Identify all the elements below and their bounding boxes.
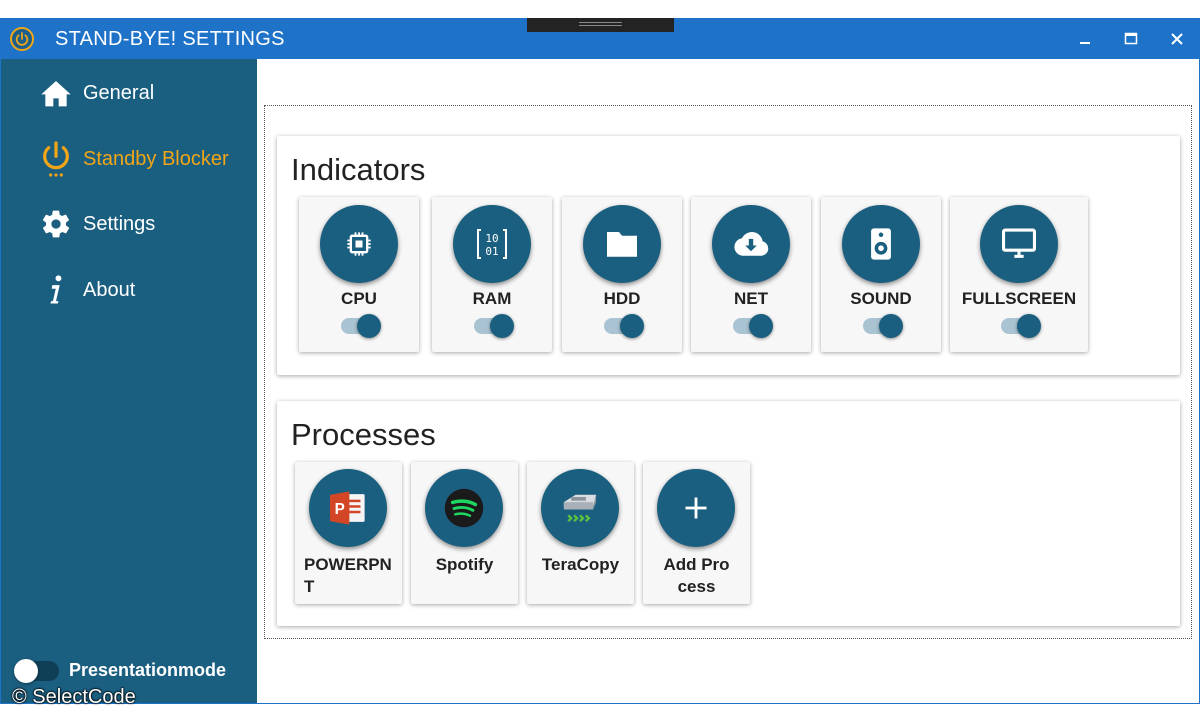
indicator-tile-hdd: HDD [562,197,682,352]
net-toggle[interactable] [733,314,773,338]
sidebar-item-general[interactable]: General [39,73,154,113]
process-tile-spotify[interactable]: Spotify [411,462,518,604]
indicators-card: Indicators CPU 10 01 RAM HDD NET SOUND F… [277,136,1180,375]
indicator-tile-fullscreen: FULLSCREEN [950,197,1088,352]
teracopy-icon [541,469,619,547]
indicator-label: SOUND [850,289,912,308]
presentation-mode-toggle[interactable] [14,659,59,683]
toggle-knob [879,314,903,338]
indicator-label: CPU [341,289,377,308]
power-icon [39,141,73,177]
sidebar-item-label: Settings [83,212,156,235]
home-icon [39,76,73,110]
powerpoint-icon: P [309,469,387,547]
sidebar-item-about[interactable]: About [39,270,135,310]
sidebar-item-label: Standby Blocker [83,147,229,170]
indicator-label: NET [734,289,768,308]
close-button[interactable] [1162,25,1192,53]
indicator-tile-sound: SOUND [821,197,941,352]
plus-icon [657,469,735,547]
hdd-toggle[interactable] [604,314,644,338]
svg-text:P: P [335,501,345,518]
app-power-icon [10,27,34,51]
process-tile-powerpnt[interactable]: P POWERPNT [295,462,402,604]
indicators-title: Indicators [291,152,426,187]
sidebar: General Standby Blocker Settings About P… [1,59,257,703]
info-icon [39,273,73,307]
process-label: Add Process [663,555,730,596]
fullscreen-toggle[interactable] [1001,314,1041,338]
watermark: © SelectCode [12,686,136,708]
toggle-knob [490,314,514,338]
add-process-button[interactable]: Add Process [643,462,750,604]
indicator-tile-cpu: CPU [299,197,419,352]
ram-icon: 10 01 [453,205,531,283]
window-title: STAND-BYE! SETTINGS [55,28,285,50]
speaker-icon [842,205,920,283]
presentation-mode-label: Presentationmode [69,660,227,680]
toggle-knob [1017,314,1041,338]
ram-glyph-line1: 10 [485,232,498,245]
toggle-knob [357,314,381,338]
toggle-knob [749,314,773,338]
process-label: TeraCopy [541,555,620,574]
monitor-icon [980,205,1058,283]
spotify-icon [425,469,503,547]
indicator-label: FULLSCREEN [961,289,1077,308]
sidebar-item-label: General [83,81,155,104]
indicator-label: HDD [603,289,641,308]
toggle-knob [620,314,644,338]
process-label: Spotify [435,555,494,574]
sidebar-item-settings[interactable]: Settings [39,204,155,244]
indicator-label: RAM [472,289,512,308]
gear-icon [39,207,73,241]
indicator-tile-ram: 10 01 RAM [432,197,552,352]
processes-title: Processes [291,417,436,452]
toggle-knob [14,659,38,683]
minimize-button[interactable] [1070,25,1100,53]
cloud-download-icon [712,205,790,283]
ram-glyph-line2: 01 [485,245,498,258]
processes-card: Processes P POWERPNT Spotify TeraCopy Ad… [277,401,1180,626]
sidebar-item-label: About [83,278,136,301]
maximize-button[interactable] [1116,25,1146,53]
cpu-icon [320,205,398,283]
sidebar-item-standby-blocker[interactable]: Standby Blocker [39,139,229,179]
indicator-tile-net: NET [691,197,811,352]
process-label: POWERPNT [304,555,392,596]
sound-toggle[interactable] [863,314,903,338]
process-tile-teracopy[interactable]: TeraCopy [527,462,634,604]
folder-icon [583,205,661,283]
ram-toggle[interactable] [474,314,514,338]
window-drag-handle[interactable] [527,18,674,32]
cpu-toggle[interactable] [341,314,381,338]
